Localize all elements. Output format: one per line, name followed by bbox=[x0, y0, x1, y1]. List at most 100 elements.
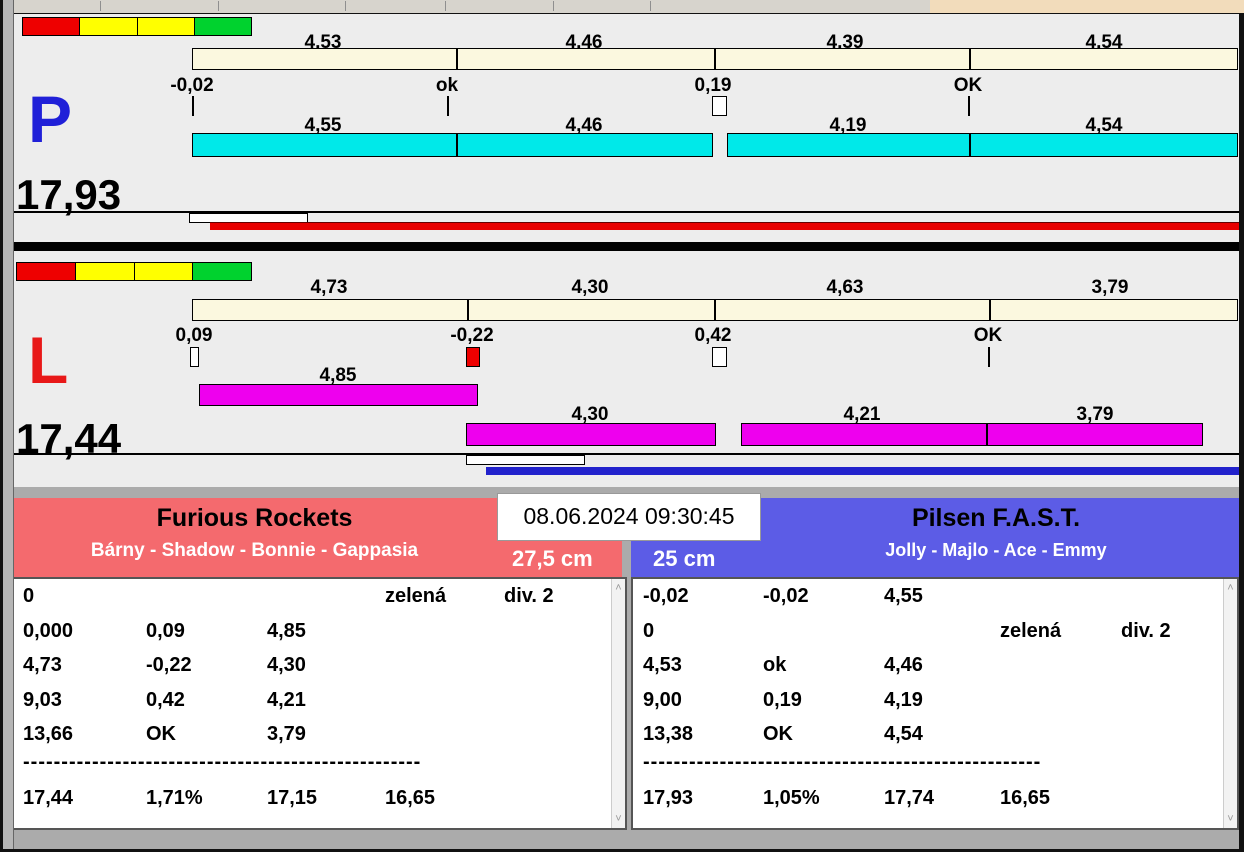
scoreboard-section: Furious Rockets Bárny - Shadow - Bonnie … bbox=[10, 487, 1239, 849]
p-progress-strip bbox=[10, 211, 1239, 243]
l-mark-4: OK bbox=[973, 325, 1003, 346]
p-mark-3: 0,19 bbox=[694, 75, 732, 96]
team-right-dogs: Jolly - Majlo - Ace - Emmy bbox=[885, 540, 1107, 560]
l-progress-marker bbox=[466, 455, 585, 465]
left-table-scrollbar[interactable]: ˄ ˅ bbox=[611, 579, 625, 828]
segment-divider bbox=[986, 423, 988, 446]
cell: 9,00 bbox=[643, 689, 682, 711]
team-right-name: Pilsen F.A.S.T. bbox=[911, 504, 1081, 532]
l-mark-3: 0,42 bbox=[694, 325, 732, 346]
p-split-bar-bottom-a bbox=[192, 133, 713, 157]
p-progress-bar bbox=[210, 222, 1239, 230]
cell: 0,000 bbox=[23, 620, 74, 642]
l-first-split-bar bbox=[199, 384, 478, 406]
cell: ok bbox=[763, 654, 787, 676]
cell: div. 2 bbox=[1121, 620, 1171, 642]
cell: 4,73 bbox=[23, 654, 62, 676]
cell: OK bbox=[146, 723, 176, 745]
segment-divider bbox=[714, 299, 716, 321]
total-best: 16,65 bbox=[385, 787, 436, 809]
scroll-down-icon[interactable]: ˅ bbox=[1224, 813, 1237, 825]
lane-p-total: 17,93 bbox=[16, 171, 122, 218]
strip-divider bbox=[650, 1, 651, 11]
team-left-dogs: Bárny - Shadow - Bonnie - Gappasia bbox=[90, 540, 419, 561]
timing-app-window: 4,53 4,46 4,39 4,54 -0,02 ok 0,19 OK 4,5… bbox=[0, 0, 1244, 852]
p-mark-tick-4 bbox=[968, 96, 970, 116]
segment-divider bbox=[969, 133, 971, 157]
lane-l-letter: L bbox=[28, 323, 69, 397]
cell: 0 bbox=[643, 620, 655, 642]
p-split-bar-top bbox=[192, 48, 1238, 70]
datetime-display: 08.06.2024 09:30:45 bbox=[497, 493, 761, 541]
cell: 0,42 bbox=[146, 689, 185, 711]
cell: 9,03 bbox=[23, 689, 62, 711]
light-red bbox=[23, 18, 81, 35]
l-mark-tick-4 bbox=[988, 347, 990, 367]
team-left-name: Furious Rockets bbox=[156, 504, 353, 532]
light-green bbox=[193, 263, 251, 280]
segment-divider bbox=[714, 48, 716, 70]
l-split-bar-bottom-a bbox=[466, 423, 716, 446]
total-pct: 1,05% bbox=[763, 787, 820, 809]
lane-p-letter: P bbox=[28, 82, 73, 156]
results-table-left[interactable]: 0 zelená div. 2 0,000 0,09 4,85 4,73 -0,… bbox=[12, 577, 627, 830]
light-yellow-2 bbox=[134, 263, 194, 280]
window-left-border bbox=[0, 0, 14, 852]
l-split-top-1: 4,73 bbox=[310, 277, 348, 298]
l-split-top-2: 4,30 bbox=[571, 277, 609, 298]
p-mark-tick-1 bbox=[192, 96, 194, 116]
scroll-up-icon[interactable]: ˄ bbox=[612, 582, 625, 594]
cell: 4,21 bbox=[267, 689, 306, 711]
lane-p-section: 4,53 4,46 4,39 4,54 -0,02 ok 0,19 OK 4,5… bbox=[10, 14, 1239, 242]
window-right-border bbox=[1239, 13, 1244, 852]
cell: -0,02 bbox=[643, 585, 689, 607]
l-split-top-4: 3,79 bbox=[1091, 277, 1129, 298]
cell: -0,22 bbox=[146, 654, 192, 676]
total-best: 16,65 bbox=[1000, 787, 1051, 809]
total-time: 17,44 bbox=[23, 787, 74, 809]
traffic-light-strip-p bbox=[22, 17, 252, 36]
scroll-down-icon[interactable]: ˅ bbox=[612, 813, 625, 825]
p-mark-1: -0,02 bbox=[170, 75, 214, 96]
segment-divider bbox=[969, 48, 971, 70]
cell: 0,09 bbox=[146, 620, 185, 642]
segment-divider bbox=[456, 133, 458, 157]
strip-divider bbox=[218, 1, 219, 11]
light-yellow-1 bbox=[75, 263, 135, 280]
results-table-right[interactable]: -0,02 -0,02 4,55 0 zelená div. 2 4,53 ok… bbox=[631, 577, 1239, 830]
p-mark-box-3 bbox=[712, 96, 727, 116]
cell: 4,85 bbox=[267, 620, 306, 642]
cell: 4,46 bbox=[884, 654, 923, 676]
l-split-top-3: 4,63 bbox=[826, 277, 864, 298]
team-right-height: 25 cm bbox=[653, 546, 716, 571]
strip-divider bbox=[345, 1, 346, 11]
segment-divider bbox=[456, 48, 458, 70]
traffic-light-strip-l bbox=[16, 262, 252, 281]
l-mark-box-2-fault bbox=[466, 347, 480, 367]
total-net: 17,74 bbox=[884, 787, 935, 809]
cell: 4,54 bbox=[884, 723, 923, 745]
total-time: 17,93 bbox=[643, 787, 694, 809]
strip-divider bbox=[100, 1, 101, 11]
lane-divider bbox=[0, 242, 1244, 251]
desktop-area bbox=[930, 0, 1244, 13]
scroll-up-icon[interactable]: ˄ bbox=[1224, 582, 1237, 594]
cell: OK bbox=[763, 723, 793, 745]
cell: zelená bbox=[1000, 620, 1062, 642]
cell: 0,19 bbox=[763, 689, 802, 711]
strip-divider bbox=[445, 1, 446, 11]
cell: -0,02 bbox=[763, 585, 809, 607]
cell: zelená bbox=[385, 585, 447, 607]
p-split-bar-bottom-b bbox=[727, 133, 1238, 157]
l-progress-strip bbox=[10, 453, 1239, 481]
right-table-scrollbar[interactable]: ˄ ˅ bbox=[1223, 579, 1237, 828]
background-window-strip bbox=[0, 0, 1244, 15]
l-progress-bar bbox=[486, 467, 1239, 475]
cell: 4,30 bbox=[267, 654, 306, 676]
team-left-height: 27,5 cm bbox=[512, 546, 593, 571]
l-mark-1: 0,09 bbox=[175, 325, 213, 346]
cell: 4,53 bbox=[643, 654, 682, 676]
cell: 0 bbox=[23, 585, 35, 607]
segment-divider bbox=[467, 299, 469, 321]
light-green bbox=[194, 18, 251, 35]
